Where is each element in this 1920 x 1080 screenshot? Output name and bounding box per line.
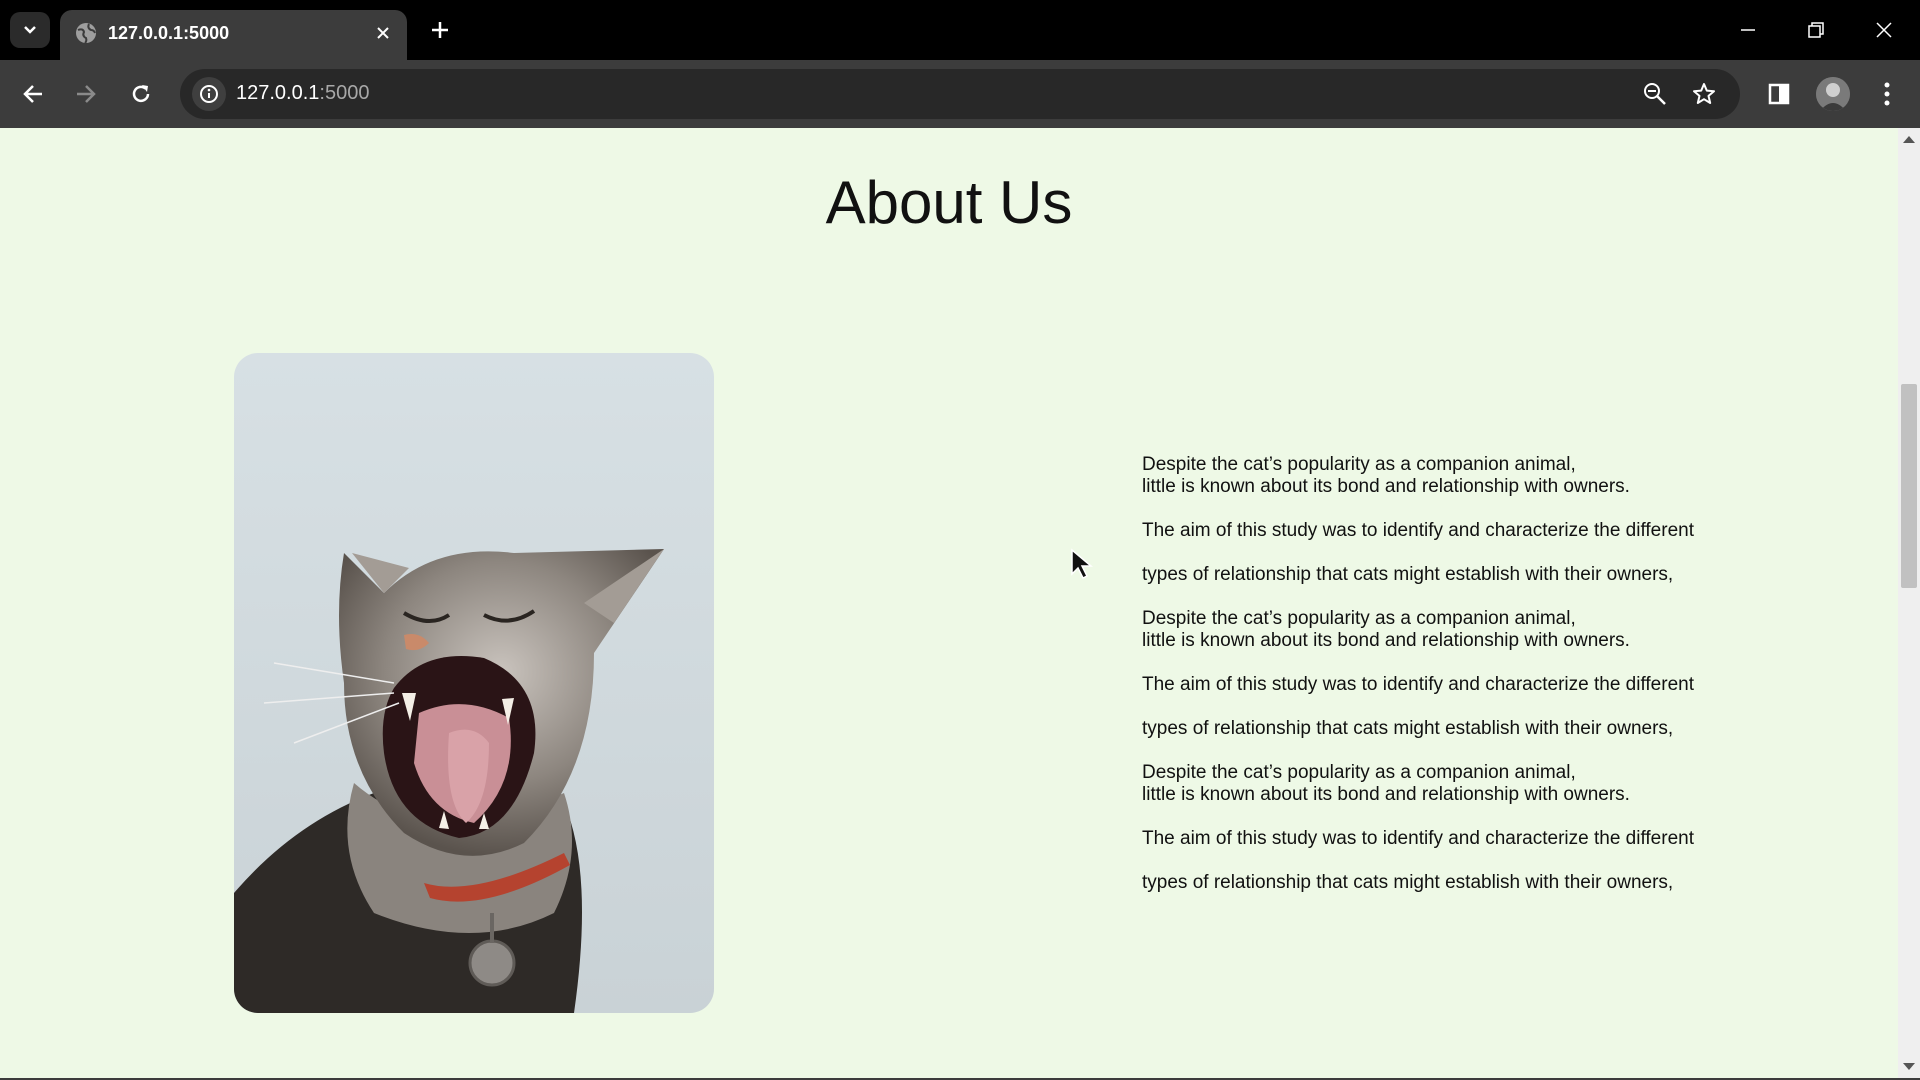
paragraph: The aim of this study was to identify an… xyxy=(1142,828,1762,850)
sidebar-icon xyxy=(1768,83,1790,105)
paragraph-line: types of relationship that cats might es… xyxy=(1142,718,1674,739)
url-port: :5000 xyxy=(319,82,370,104)
paragraph: types of relationship that cats might es… xyxy=(1142,564,1762,586)
minimize-button[interactable] xyxy=(1728,14,1768,46)
page-scrollbar[interactable] xyxy=(1898,128,1920,1078)
paragraph-line: Despite the cat’s popularity as a compan… xyxy=(1142,608,1576,629)
paragraph: Despite the cat’s popularity as a compan… xyxy=(1142,454,1762,498)
scroll-up-arrow-icon[interactable] xyxy=(1903,136,1915,143)
paragraph-line: types of relationship that cats might es… xyxy=(1142,872,1674,893)
paragraph-line: little is known about its bond and relat… xyxy=(1142,476,1630,497)
restore-button[interactable] xyxy=(1796,14,1836,46)
bookmark-button[interactable] xyxy=(1689,79,1719,109)
new-tab-button[interactable] xyxy=(426,16,454,44)
minimize-icon xyxy=(1741,29,1755,31)
close-icon xyxy=(377,27,389,39)
scroll-thumb[interactable] xyxy=(1901,384,1917,588)
paragraph: The aim of this study was to identify an… xyxy=(1142,674,1762,696)
zoom-button[interactable] xyxy=(1640,79,1670,109)
paragraph: Despite the cat’s popularity as a compan… xyxy=(1142,762,1762,806)
page-title: About Us xyxy=(825,169,1073,236)
paragraph: The aim of this study was to identify an… xyxy=(1142,520,1762,542)
paragraph: types of relationship that cats might es… xyxy=(1142,872,1762,894)
mouse-cursor-icon xyxy=(1071,548,1094,580)
paragraph-line: little is known about its bond and relat… xyxy=(1142,784,1630,805)
zoom-icon xyxy=(1644,83,1666,105)
page-viewport: About Us Despite the cat’s popularity as… xyxy=(0,128,1898,1078)
url-text[interactable]: 127.0.0.1:5000 xyxy=(236,82,369,105)
back-arrow-icon xyxy=(23,85,42,103)
reload-button[interactable] xyxy=(124,77,158,111)
menu-button[interactable] xyxy=(1870,77,1904,111)
tab-title: 127.0.0.1:5000 xyxy=(108,23,230,43)
browser-toolbar: 127.0.0.1:5000 xyxy=(0,60,1920,128)
info-icon xyxy=(200,85,218,103)
profile-avatar-icon xyxy=(1816,77,1850,111)
browser-tab[interactable]: 127.0.0.1:5000 xyxy=(60,10,407,60)
url-host: 127.0.0.1 xyxy=(236,82,320,104)
paragraph-line: types of relationship that cats might es… xyxy=(1142,564,1674,585)
about-text: Despite the cat’s popularity as a compan… xyxy=(1142,454,1762,916)
paragraph-line: The aim of this study was to identify an… xyxy=(1142,674,1694,695)
paragraph-line: little is known about its bond and relat… xyxy=(1142,630,1630,651)
address-bar[interactable]: 127.0.0.1:5000 xyxy=(180,69,1740,119)
kebab-menu-icon xyxy=(1884,82,1890,106)
scroll-down-arrow-icon[interactable] xyxy=(1903,1063,1915,1070)
back-button[interactable] xyxy=(16,77,50,111)
paragraph-line: Despite the cat’s popularity as a compan… xyxy=(1142,454,1576,475)
tab-strip: 127.0.0.1:5000 xyxy=(0,0,1920,60)
reload-icon xyxy=(132,85,150,103)
star-icon xyxy=(1693,83,1715,104)
close-window-icon xyxy=(1876,22,1892,38)
paragraph: Despite the cat’s popularity as a compan… xyxy=(1142,608,1762,652)
tab-search-button[interactable] xyxy=(10,12,50,48)
paragraph-line: Despite the cat’s popularity as a compan… xyxy=(1142,762,1576,783)
forward-button[interactable] xyxy=(69,77,103,111)
forward-arrow-icon xyxy=(77,85,96,103)
side-panel-button[interactable] xyxy=(1762,77,1796,111)
cat-photo xyxy=(234,353,714,1013)
chevron-down-icon xyxy=(24,26,36,34)
paragraph: types of relationship that cats might es… xyxy=(1142,718,1762,740)
close-window-button[interactable] xyxy=(1864,14,1904,46)
avatar[interactable] xyxy=(1816,77,1850,111)
plus-icon xyxy=(432,22,448,38)
close-tab-button[interactable] xyxy=(371,21,395,45)
cat-illustration xyxy=(234,353,714,1013)
paragraph-line: The aim of this study was to identify an… xyxy=(1142,828,1694,849)
restore-icon xyxy=(1808,22,1824,38)
paragraph-line: The aim of this study was to identify an… xyxy=(1142,520,1694,541)
globe-icon xyxy=(76,23,96,44)
site-info-button[interactable] xyxy=(192,77,226,111)
